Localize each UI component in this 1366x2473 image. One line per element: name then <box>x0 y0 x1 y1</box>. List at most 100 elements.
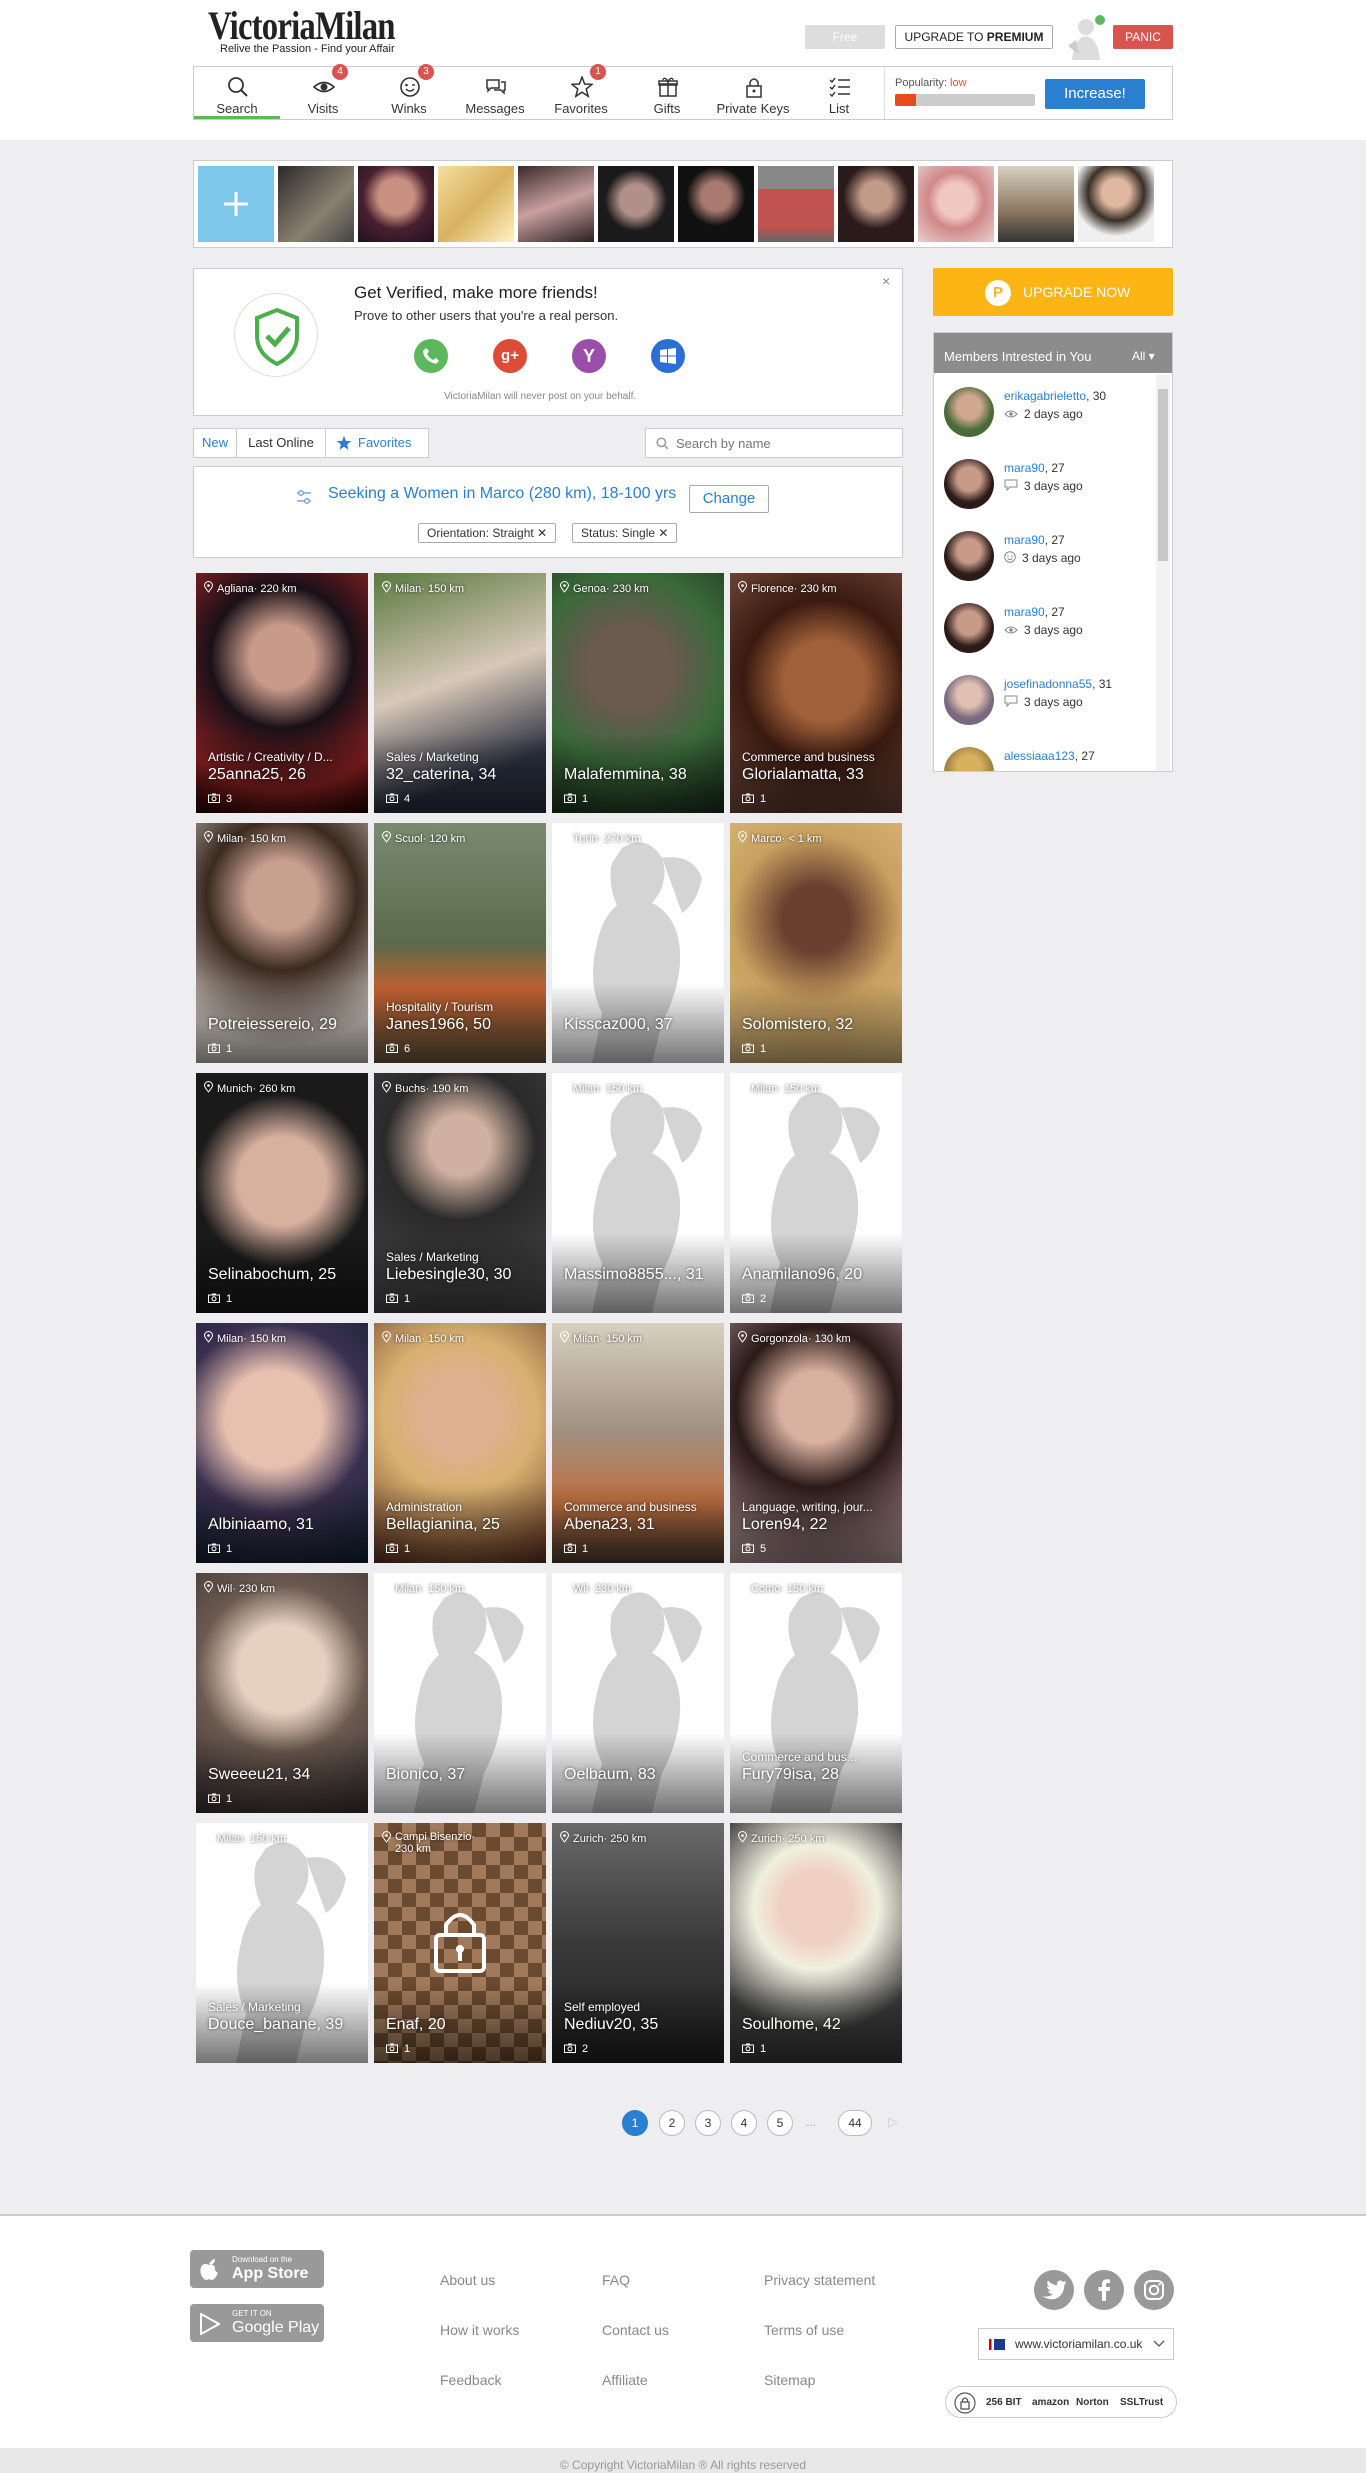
strip-photo[interactable] <box>1078 166 1154 242</box>
tab-favorites[interactable]: Favorites <box>325 428 429 458</box>
profile-name[interactable]: Douce_banane, 39 <box>208 2016 343 2034</box>
page-button[interactable]: 4 <box>731 2110 757 2136</box>
nav-private-keys[interactable]: Private Keys <box>710 67 796 119</box>
profile-name[interactable]: Enaf, 20 <box>386 2016 446 2034</box>
strip-photo[interactable] <box>358 166 434 242</box>
avatar[interactable] <box>944 675 994 725</box>
members-scrollbar[interactable] <box>1156 375 1170 771</box>
footer-link-contact[interactable]: Contact us <box>602 2322 669 2338</box>
profile-card[interactable]: Zurich· 250 km Soulhome, 42 1 <box>730 1823 902 2063</box>
member-row[interactable]: mara90, 27 3 days ago <box>944 453 1154 523</box>
instagram-icon[interactable] <box>1134 2270 1174 2310</box>
profile-name[interactable]: Abena23, 31 <box>564 1516 655 1534</box>
app-store-badge[interactable]: Download on the App Store <box>190 2250 324 2288</box>
profile-card[interactable]: Wil· 230 km Oelbaum, 83 <box>552 1573 724 1813</box>
strip-photo[interactable] <box>438 166 514 242</box>
profile-name[interactable]: Selinabochum, 25 <box>208 1266 336 1284</box>
nav-visits[interactable]: 4 Visits <box>280 64 366 119</box>
strip-photo[interactable] <box>678 166 754 242</box>
member-row[interactable]: erikagabrieletto, 30 2 days ago <box>944 381 1154 451</box>
profile-name[interactable]: Bellagianina, 25 <box>386 1516 500 1534</box>
search-input[interactable] <box>676 433 896 453</box>
footer-link-privacy[interactable]: Privacy statement <box>764 2272 875 2288</box>
profile-name[interactable]: Solomistero, 32 <box>742 1016 853 1034</box>
profile-card[interactable]: Marco· < 1 km Solomistero, 32 1 <box>730 823 902 1063</box>
footer-link-about[interactable]: About us <box>440 2272 495 2288</box>
member-username-link[interactable]: alessiaaa123 <box>1004 749 1075 763</box>
site-logo[interactable]: VictoriaMilan <box>208 2 396 49</box>
avatar[interactable] <box>944 387 994 437</box>
close-icon[interactable]: ✕ <box>658 526 668 540</box>
member-username-link[interactable]: mara90 <box>1004 533 1045 547</box>
strip-photo[interactable] <box>838 166 914 242</box>
profile-card[interactable]: Wil· 230 km Sweeeu21, 34 1 <box>196 1573 368 1813</box>
member-username-link[interactable]: josefinadonna55 <box>1004 677 1092 691</box>
profile-card[interactable]: Buchs· 190 km Sales / Marketing Liebesingl… <box>374 1073 546 1313</box>
profile-name[interactable]: Oelbaum, 83 <box>564 1766 656 1784</box>
profile-card[interactable]: Campi Bisenzio· 230 km Enaf, 20 1 <box>374 1823 546 2063</box>
facebook-icon[interactable] <box>1084 2270 1124 2310</box>
strip-photo[interactable] <box>998 166 1074 242</box>
page-button-last[interactable]: 44 <box>838 2110 872 2136</box>
profile-name[interactable]: Sweeeu21, 34 <box>208 1766 310 1784</box>
profile-card[interactable]: Milan· 150 km Massimo8855..., 31 <box>552 1073 724 1313</box>
member-row[interactable]: mara90, 27 3 days ago <box>944 525 1154 595</box>
member-row[interactable]: mara90, 27 3 days ago <box>944 597 1154 667</box>
profile-name[interactable]: Massimo8855..., 31 <box>564 1266 704 1284</box>
profile-card[interactable]: Milan· 150 km Albiniaamo, 31 1 <box>196 1323 368 1563</box>
tab-last-online[interactable]: Last Online <box>236 428 326 458</box>
members-filter-dropdown[interactable]: All ▾ <box>1132 349 1155 363</box>
nav-search[interactable]: Search <box>194 67 280 119</box>
avatar[interactable] <box>944 459 994 509</box>
profile-name[interactable]: Bionico, 37 <box>386 1766 465 1784</box>
profile-name[interactable]: Kisscaz000, 37 <box>564 1016 673 1034</box>
profile-name[interactable]: Fury79isa, 28 <box>742 1766 839 1784</box>
profile-card[interactable]: Milan· 150 km Sales / Marketing 32_caterin… <box>374 573 546 813</box>
nav-messages[interactable]: Messages <box>452 67 538 119</box>
footer-link-affiliate[interactable]: Affiliate <box>602 2372 648 2388</box>
profile-card[interactable]: Milan· 150 km Sales / Marketing Douce_bana… <box>196 1823 368 2063</box>
verify-yahoo-button[interactable]: Y <box>572 339 606 373</box>
profile-name[interactable]: Potreiessereio, 29 <box>208 1016 337 1034</box>
profile-name[interactable]: Loren94, 22 <box>742 1516 827 1534</box>
profile-name[interactable]: 25anna25, 26 <box>208 766 306 784</box>
nav-list[interactable]: List <box>796 67 882 119</box>
google-play-badge[interactable]: GET IT ON Google Play <box>190 2304 324 2342</box>
nav-gifts[interactable]: Gifts <box>624 67 710 119</box>
profile-card[interactable]: Turin· 270 km Kisscaz000, 37 <box>552 823 724 1063</box>
profile-name[interactable]: Soulhome, 42 <box>742 2016 841 2034</box>
footer-link-sitemap[interactable]: Sitemap <box>764 2372 815 2388</box>
nav-favorites[interactable]: 1 Favorites <box>538 64 624 119</box>
member-username-link[interactable]: mara90 <box>1004 461 1045 475</box>
profile-card[interactable]: Scuol· 120 km Hospitality / Tourism Janes1… <box>374 823 546 1063</box>
profile-name[interactable]: Glorialamatta, 33 <box>742 766 864 784</box>
profile-name[interactable]: Malafemmina, 38 <box>564 766 687 784</box>
avatar[interactable] <box>944 747 994 771</box>
verify-phone-button[interactable] <box>414 339 448 373</box>
nav-winks[interactable]: 3 Winks <box>366 64 452 119</box>
page-button[interactable]: 3 <box>695 2110 721 2136</box>
avatar[interactable] <box>944 603 994 653</box>
strip-photo[interactable] <box>598 166 674 242</box>
upgrade-premium-button[interactable]: UPGRADE TO PREMIUM <box>895 25 1053 49</box>
status-chip[interactable]: Status: Single ✕ <box>572 523 678 543</box>
profile-name[interactable]: Albiniaamo, 31 <box>208 1516 314 1534</box>
increase-popularity-button[interactable]: Increase! <box>1045 79 1145 109</box>
profile-card[interactable]: Genoa· 230 km Malafemmina, 38 1 <box>552 573 724 813</box>
orientation-chip[interactable]: Orientation: Straight ✕ <box>418 523 557 543</box>
footer-link-feedback[interactable]: Feedback <box>440 2372 501 2388</box>
page-button[interactable]: 1 <box>622 2110 648 2136</box>
site-selector[interactable]: www.victoriamilan.co.uk <box>978 2328 1174 2360</box>
profile-card[interactable]: Milan· 150 km Administration Bellagianina,… <box>374 1323 546 1563</box>
next-page-icon[interactable]: ▷ <box>888 2114 898 2130</box>
profile-card[interactable]: Zurich· 250 km Self employed Nediuv20, 35 2 <box>552 1823 724 2063</box>
profile-name[interactable]: Anamilano96, 20 <box>742 1266 862 1284</box>
profile-card[interactable]: Gorgonzola· 130 km Language, writing, jou… <box>730 1323 902 1563</box>
profile-card[interactable]: Agliana· 220 km Artistic / Creativity / D… <box>196 573 368 813</box>
member-row[interactable]: josefinadonna55, 31 3 days ago <box>944 669 1154 739</box>
profile-card[interactable]: Milan· 150 km Potreiessereio, 29 1 <box>196 823 368 1063</box>
change-criteria-button[interactable]: Change <box>689 485 769 513</box>
profile-name[interactable]: Janes1966, 50 <box>386 1016 491 1034</box>
member-username-link[interactable]: mara90 <box>1004 605 1045 619</box>
profile-card[interactable]: Munich· 260 km Selinabochum, 25 1 <box>196 1073 368 1313</box>
